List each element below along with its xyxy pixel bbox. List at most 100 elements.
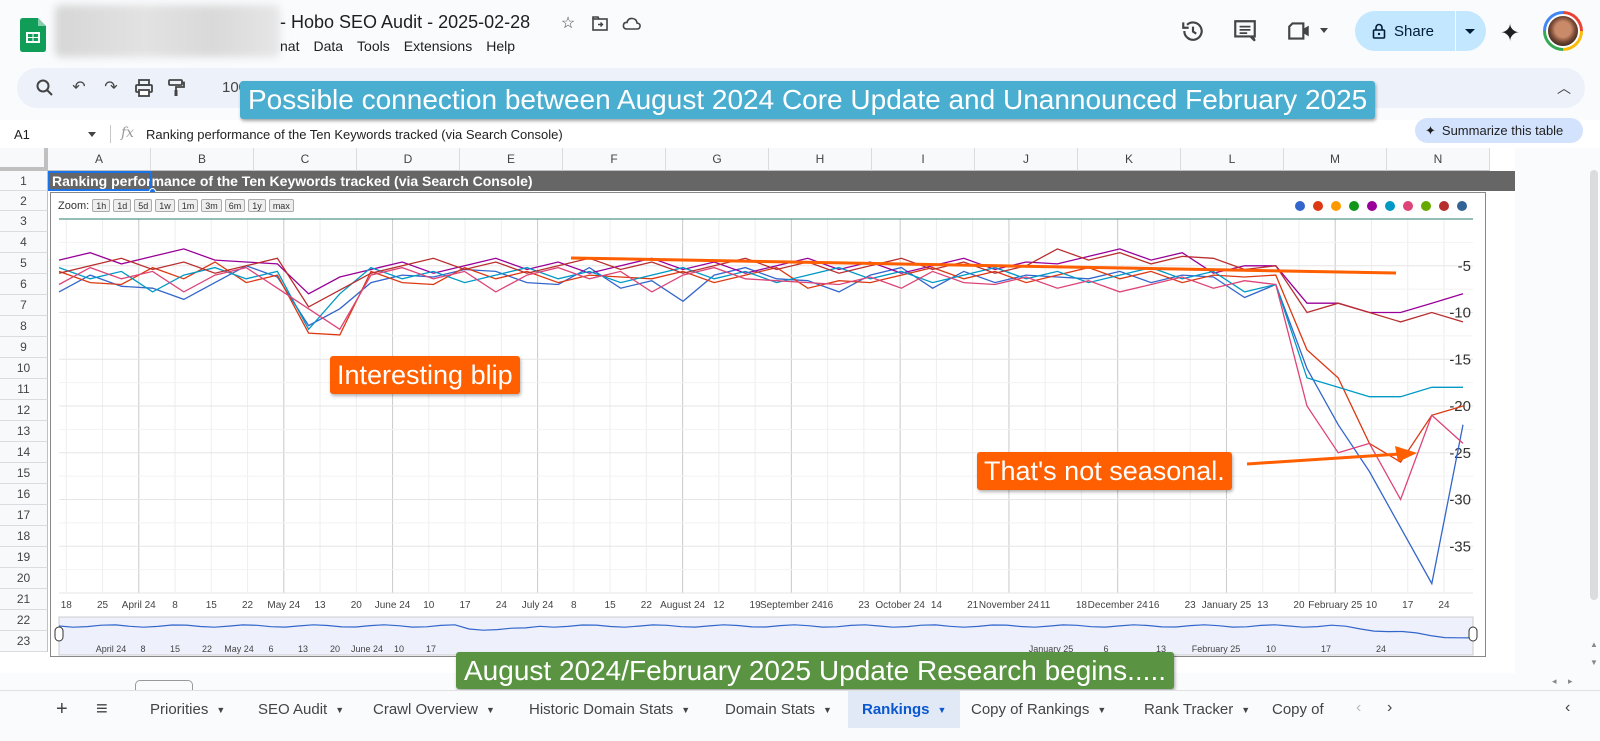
print-icon[interactable]: [132, 76, 156, 100]
row-header-12[interactable]: 12: [0, 400, 48, 421]
scroll-left-icon[interactable]: ◂: [1552, 676, 1557, 687]
menu-format[interactable]: nat: [280, 38, 299, 54]
legend-dot-4[interactable]: [1349, 201, 1359, 211]
meet-icon[interactable]: [1286, 18, 1312, 44]
row-header-3[interactable]: 3: [0, 211, 48, 232]
zoom-button-max[interactable]: max: [268, 199, 294, 212]
tab-menu-caret-icon[interactable]: ▼: [1097, 705, 1106, 715]
row-header-10[interactable]: 10: [0, 358, 48, 379]
row-header-1[interactable]: 1: [0, 171, 48, 191]
menu-tools[interactable]: Tools: [357, 38, 390, 54]
paint-format-icon[interactable]: [164, 76, 188, 100]
sheets-logo-icon[interactable]: [20, 18, 46, 52]
avatar[interactable]: [1543, 11, 1583, 51]
sheet-tab-rankings[interactable]: Rankings ▼: [848, 691, 961, 728]
row-header-21[interactable]: 21: [0, 589, 48, 610]
menu-help[interactable]: Help: [486, 38, 515, 54]
legend-dot-10[interactable]: [1457, 201, 1467, 211]
row-header-14[interactable]: 14: [0, 442, 48, 463]
share-dropdown-button[interactable]: [1456, 11, 1486, 51]
column-header-g[interactable]: G: [666, 148, 769, 171]
move-icon[interactable]: [590, 14, 610, 34]
legend-dot-5[interactable]: [1367, 201, 1377, 211]
legend-dot-2[interactable]: [1313, 201, 1323, 211]
legend-dot-3[interactable]: [1331, 201, 1341, 211]
meet-dropdown-icon[interactable]: [1320, 28, 1328, 33]
row-header-6[interactable]: 6: [0, 274, 48, 295]
row-header-16[interactable]: 16: [0, 484, 48, 505]
column-header-d[interactable]: D: [357, 148, 460, 171]
sheet-tab-priorities[interactable]: Priorities ▼: [136, 691, 239, 728]
history-icon[interactable]: [1180, 18, 1206, 44]
column-header-h[interactable]: H: [769, 148, 872, 171]
tab-menu-caret-icon[interactable]: ▼: [1241, 705, 1250, 715]
row-header-19[interactable]: 19: [0, 547, 48, 568]
tabs-prev-icon[interactable]: ‹: [1356, 699, 1361, 717]
legend-dot-1[interactable]: [1295, 201, 1305, 211]
sheet-tab-seo-audit[interactable]: SEO Audit ▼: [244, 691, 358, 728]
legend-dot-6[interactable]: [1385, 201, 1395, 211]
tab-menu-caret-icon[interactable]: ▼: [335, 705, 344, 715]
row-header-8[interactable]: 8: [0, 316, 48, 337]
column-header-f[interactable]: F: [563, 148, 666, 171]
row-header-2[interactable]: 2: [0, 191, 48, 211]
name-box-dropdown-icon[interactable]: [88, 132, 96, 137]
document-title[interactable]: - Hobo SEO Audit - 2025-02-28: [280, 12, 530, 33]
column-header-e[interactable]: E: [460, 148, 563, 171]
cell-a1[interactable]: Ranking performance of the Ten Keywords …: [48, 171, 1515, 191]
tab-menu-caret-icon[interactable]: ▼: [216, 705, 225, 715]
row-header-15[interactable]: 15: [0, 463, 48, 484]
zoom-button-1m[interactable]: 1m: [177, 199, 199, 212]
summarize-table-button[interactable]: ✦ Summarize this table: [1415, 118, 1583, 143]
search-icon[interactable]: [33, 76, 57, 100]
column-header-j[interactable]: J: [975, 148, 1078, 171]
formula-input[interactable]: Ranking performance of the Ten Keywords …: [146, 127, 563, 142]
tab-menu-caret-icon[interactable]: ▼: [823, 705, 832, 715]
row-header-23[interactable]: 23: [0, 631, 48, 652]
sheet-tab-rank-tracker[interactable]: Rank Tracker ▼: [1130, 691, 1264, 728]
scroll-right-icon[interactable]: ▸: [1568, 676, 1573, 687]
side-panel-toggle-icon[interactable]: ‹: [1565, 699, 1570, 717]
column-header-i[interactable]: I: [872, 148, 975, 171]
gemini-icon[interactable]: ✦: [1500, 19, 1520, 48]
menu-data[interactable]: Data: [313, 38, 343, 54]
star-icon[interactable]: ☆: [558, 14, 578, 34]
zoom-button-1w[interactable]: 1w: [155, 199, 175, 212]
add-sheet-button[interactable]: +: [56, 698, 68, 721]
zoom-button-1d[interactable]: 1d: [113, 199, 132, 212]
column-header-m[interactable]: M: [1284, 148, 1387, 171]
scroll-up-icon[interactable]: ▲: [1590, 640, 1598, 649]
column-header-k[interactable]: K: [1078, 148, 1181, 171]
vertical-scrollbar[interactable]: [1590, 170, 1598, 600]
row-header-22[interactable]: 22: [0, 610, 48, 631]
legend-dot-7[interactable]: [1403, 201, 1413, 211]
sheet-tab-domain-stats[interactable]: Domain Stats ▼: [711, 691, 846, 728]
zoom-button-5d[interactable]: 5d: [134, 199, 153, 212]
select-all-corner[interactable]: [0, 148, 48, 171]
ranking-chart[interactable]: -5 -10 -15 -20 -25 -30 -35 18 25 April 24 8 15 22 May…: [50, 192, 1486, 657]
row-header-9[interactable]: 9: [0, 337, 48, 358]
sheet-tab-copy-of[interactable]: Copy of: [1258, 691, 1338, 728]
tabs-next-icon[interactable]: ›: [1387, 699, 1392, 717]
sheet-tab-copy-of-rankings[interactable]: Copy of Rankings ▼: [957, 691, 1120, 728]
sheet-tab-crawl-overview[interactable]: Crawl Overview ▼: [359, 691, 509, 728]
column-header-b[interactable]: B: [151, 148, 254, 171]
row-header-20[interactable]: 20: [0, 568, 48, 589]
tab-menu-caret-icon[interactable]: ▼: [486, 705, 495, 715]
comments-icon[interactable]: [1232, 18, 1258, 44]
legend-dot-9[interactable]: [1439, 201, 1449, 211]
tab-menu-caret-icon[interactable]: ▼: [938, 705, 947, 715]
row-header-5[interactable]: 5: [0, 253, 48, 274]
zoom-button-6m[interactable]: 6m: [224, 199, 246, 212]
row-header-17[interactable]: 17: [0, 505, 48, 526]
zoom-button-3m[interactable]: 3m: [201, 199, 222, 212]
redo-icon[interactable]: ↷: [99, 76, 123, 100]
name-box[interactable]: A1: [14, 127, 30, 142]
sheet-tab-historic-domain-stats[interactable]: Historic Domain Stats ▼: [515, 691, 704, 728]
collapse-toolbar-icon[interactable]: ︿: [1557, 78, 1571, 98]
row-header-7[interactable]: 7: [0, 295, 48, 316]
row-header-18[interactable]: 18: [0, 526, 48, 547]
tab-menu-caret-icon[interactable]: ▼: [681, 705, 690, 715]
horizontal-scrollbar[interactable]: [135, 680, 193, 690]
row-header-4[interactable]: 4: [0, 232, 48, 253]
